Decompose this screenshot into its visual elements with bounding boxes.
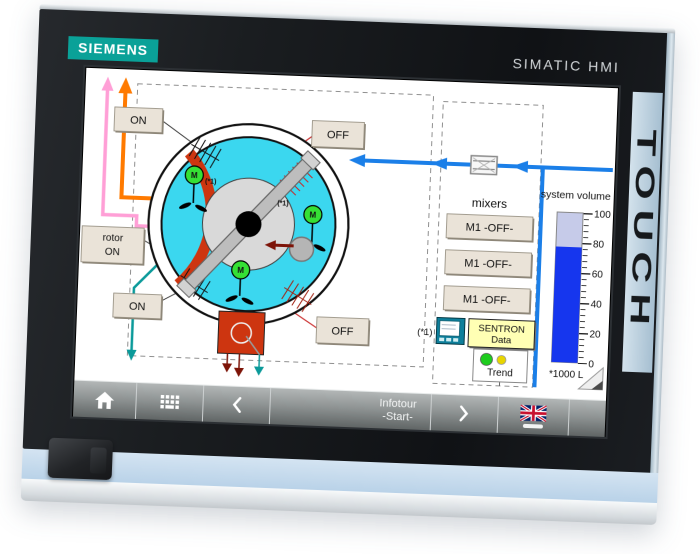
status-led-green [480, 353, 492, 365]
on-button-bottom[interactable]: ON [113, 293, 163, 320]
hmi-device: SIEMENS SIMATIC HMI TOUCH [21, 4, 676, 525]
svg-text:M1 -OFF-: M1 -OFF- [464, 257, 512, 271]
model-label: SIMATIC HMI [512, 55, 620, 75]
svg-text:20: 20 [589, 329, 601, 340]
volume-unit-note: *1000 L [549, 369, 584, 381]
mixer-button-1[interactable]: M1 -OFF- [446, 214, 534, 243]
pipe-arrow-icon [102, 76, 115, 90]
svg-text:ON: ON [130, 115, 147, 128]
svg-text:Trend: Trend [487, 367, 513, 379]
pipe-arrow-icon [349, 153, 365, 167]
product-photo-stage: SIEMENS SIMATIC HMI TOUCH [0, 0, 700, 554]
svg-text:(*1): (*1) [277, 200, 289, 207]
device-bezel: SIEMENS SIMATIC HMI TOUCH [23, 9, 675, 473]
svg-text:rotor: rotor [102, 233, 124, 245]
svg-text:SENTRON: SENTRON [478, 323, 525, 336]
front-connector [48, 438, 113, 480]
pipe-arrow-icon [512, 160, 528, 173]
svg-text:OFF: OFF [331, 325, 354, 338]
valve-icon [234, 368, 244, 377]
pipe-arrow-icon [431, 157, 447, 170]
trend-button[interactable]: Trend [473, 349, 528, 383]
chevron-left-icon [230, 396, 243, 414]
process-diagram: M (*1) M (*1) [74, 68, 618, 400]
svg-text:ON: ON [105, 247, 120, 259]
sentron-note: (*1) [417, 327, 433, 339]
on-button-top[interactable]: ON [114, 107, 164, 134]
infotour-button[interactable]: Infotour -Start- [269, 388, 431, 430]
filter-symbol-icon [471, 156, 498, 175]
hmi-application: M (*1) M (*1) [74, 68, 618, 400]
mixer-button-2[interactable]: M1 -OFF- [445, 250, 533, 279]
system-volume-gauge: system volume 100 80 60 40 20 0 *1000 L [534, 188, 612, 382]
back-button[interactable] [202, 386, 270, 425]
mixer-button-3[interactable]: M1 -OFF- [443, 286, 531, 315]
toolbar-spacer [568, 400, 606, 437]
siemens-logo: SIEMENS [68, 36, 159, 62]
off-button-bottom[interactable]: OFF [316, 317, 371, 347]
valve-icon [222, 363, 232, 372]
svg-text:M1 -OFF-: M1 -OFF- [465, 221, 513, 235]
apps-button[interactable] [135, 383, 203, 422]
svg-text:40: 40 [590, 299, 602, 310]
apps-grid-icon [160, 395, 180, 410]
tank-outlet [217, 311, 266, 378]
sentron-data-button[interactable]: SENTRON Data [468, 319, 537, 351]
major-ticks [582, 213, 588, 364]
flag-underline [523, 423, 543, 428]
rotor-on-button[interactable]: rotor ON [81, 226, 146, 266]
svg-text:M: M [191, 171, 198, 180]
language-button[interactable] [497, 397, 569, 436]
mixer-tank [145, 120, 353, 328]
status-led-yellow [497, 355, 506, 364]
svg-text:(*1): (*1) [205, 178, 217, 185]
sentron-device-icon [436, 317, 465, 344]
svg-text:60: 60 [592, 269, 604, 280]
svg-text:80: 80 [593, 239, 605, 250]
svg-text:0: 0 [588, 359, 594, 370]
svg-text:ON: ON [129, 301, 146, 314]
pipe-arrow-icon [118, 77, 133, 94]
svg-text:M1 -OFF-: M1 -OFF- [463, 293, 511, 307]
svg-text:M: M [237, 266, 244, 275]
off-button-top[interactable]: OFF [311, 121, 366, 151]
valve-icon [254, 366, 264, 375]
svg-text:Data: Data [491, 335, 512, 347]
svg-text:OFF: OFF [327, 129, 350, 142]
svg-text:M: M [309, 210, 316, 219]
mixers-title: mixers [472, 196, 508, 211]
chevron-right-icon [458, 404, 471, 422]
infotour-label: Infotour -Start- [379, 397, 417, 424]
home-button[interactable] [73, 381, 136, 419]
svg-text:100: 100 [594, 209, 612, 221]
forward-button[interactable] [430, 394, 498, 433]
screen: M (*1) M (*1) [72, 67, 619, 437]
volume-bar-fill [551, 246, 581, 362]
volume-title: system volume [541, 188, 612, 203]
uk-flag-icon [520, 404, 547, 421]
home-icon [93, 390, 116, 410]
